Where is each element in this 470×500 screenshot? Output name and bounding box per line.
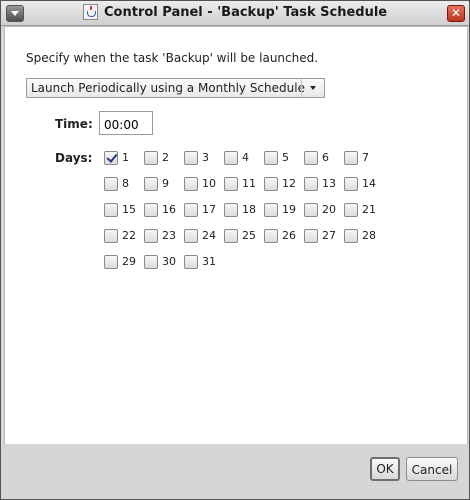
checkbox-box[interactable] [144,203,158,217]
ok-button[interactable]: OK [370,457,400,481]
checkbox-box[interactable] [264,203,278,217]
window-menu-button[interactable] [6,5,24,22]
cancel-button[interactable]: Cancel [406,457,458,481]
day-label: 28 [362,229,376,242]
checkbox-box[interactable] [104,151,118,165]
schedule-type-value: Launch Periodically using a Monthly Sche… [31,81,305,95]
day-label: 20 [322,203,336,216]
day-label: 6 [322,151,329,164]
day-label: 22 [122,229,136,242]
checkbox-box[interactable] [264,177,278,191]
checkbox-box[interactable] [264,151,278,165]
checkbox-box[interactable] [144,177,158,191]
button-bar: OK Cancel [1,444,469,499]
checkbox-box[interactable] [104,255,118,269]
day-label: 17 [202,203,216,216]
day-label: 1 [122,151,129,164]
dialog-window: Control Panel - 'Backup' Task Schedule ✕… [0,0,470,500]
day-label: 25 [242,229,256,242]
day-label: 9 [162,177,169,190]
intro-text: Specify when the task 'Backup' will be l… [26,51,319,65]
checkbox-box[interactable] [224,177,238,191]
day-label: 4 [242,151,249,164]
checkbox-box[interactable] [104,203,118,217]
checkbox-box[interactable] [184,255,198,269]
day-label: 16 [162,203,176,216]
checkbox-box[interactable] [184,203,198,217]
day-label: 11 [242,177,256,190]
day-label: 3 [202,151,209,164]
days-label: Days: [55,151,93,165]
checkbox-box[interactable] [224,229,238,243]
java-app-icon [83,4,98,20]
day-label: 27 [322,229,336,242]
checkbox-box[interactable] [184,229,198,243]
checkbox-box[interactable] [104,177,118,191]
checkbox-box[interactable] [304,151,318,165]
schedule-type-dropdown[interactable]: Launch Periodically using a Monthly Sche… [26,78,325,98]
window-title: Control Panel - 'Backup' Task Schedule [104,5,388,20]
checkbox-box[interactable] [304,203,318,217]
day-label: 14 [362,177,376,190]
day-label: 29 [122,255,136,268]
day-label: 31 [202,255,216,268]
day-label: 30 [162,255,176,268]
checkbox-box[interactable] [224,203,238,217]
checkbox-box[interactable] [344,177,358,191]
dropdown-arrow-icon [301,79,324,97]
day-label: 26 [282,229,296,242]
day-label: 13 [322,177,336,190]
checkbox-box[interactable] [224,151,238,165]
day-label: 18 [242,203,256,216]
checkbox-box[interactable] [344,203,358,217]
content-panel: Specify when the task 'Backup' will be l… [4,26,468,445]
checkbox-box[interactable] [304,229,318,243]
day-label: 24 [202,229,216,242]
close-button[interactable]: ✕ [447,5,465,22]
day-label: 19 [282,203,296,216]
checkbox-box[interactable] [184,177,198,191]
title-bar: Control Panel - 'Backup' Task Schedule ✕ [1,1,469,26]
checkbox-box[interactable] [144,255,158,269]
day-label: 2 [162,151,169,164]
day-label: 23 [162,229,176,242]
checkbox-box[interactable] [344,229,358,243]
checkbox-box[interactable] [144,151,158,165]
checkbox-box[interactable] [304,177,318,191]
checkbox-box[interactable] [264,229,278,243]
day-label: 15 [122,203,136,216]
checkbox-box[interactable] [344,151,358,165]
time-input[interactable] [99,111,153,135]
time-label: Time: [55,117,93,131]
day-label: 8 [122,177,129,190]
checkbox-box[interactable] [104,229,118,243]
day-label: 7 [362,151,369,164]
day-label: 21 [362,203,376,216]
checkbox-box[interactable] [184,151,198,165]
checkbox-box[interactable] [144,229,158,243]
day-label: 10 [202,177,216,190]
day-label: 5 [282,151,289,164]
day-label: 12 [282,177,296,190]
